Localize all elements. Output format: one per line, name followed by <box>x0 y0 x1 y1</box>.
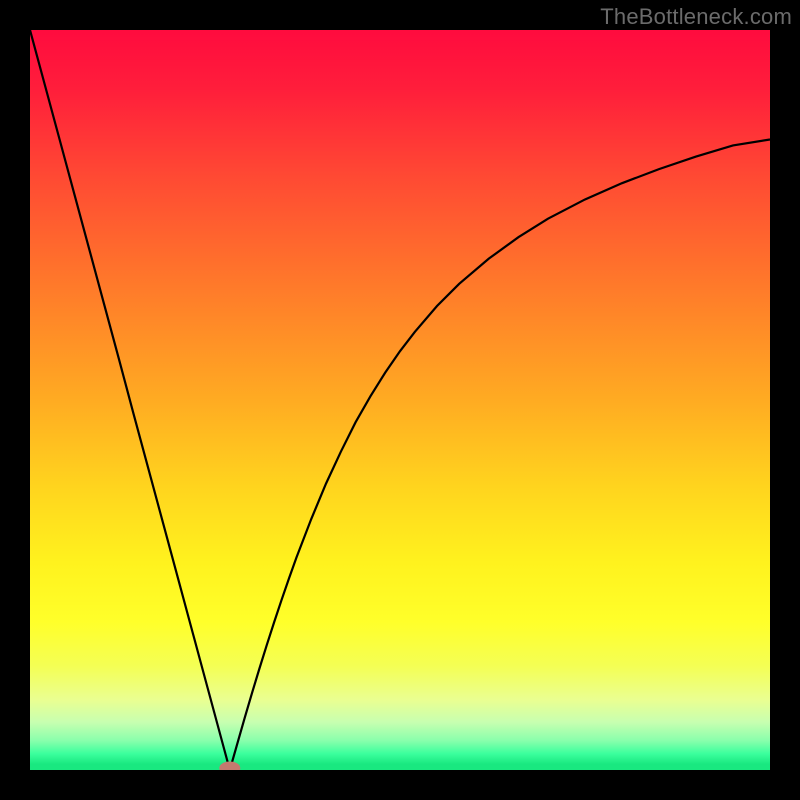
chart-svg <box>30 30 770 770</box>
chart-frame: TheBottleneck.com <box>0 0 800 800</box>
minimum-marker <box>220 762 240 770</box>
watermark-text: TheBottleneck.com <box>600 4 792 30</box>
gradient-background <box>30 30 770 770</box>
plot-area <box>30 30 770 770</box>
